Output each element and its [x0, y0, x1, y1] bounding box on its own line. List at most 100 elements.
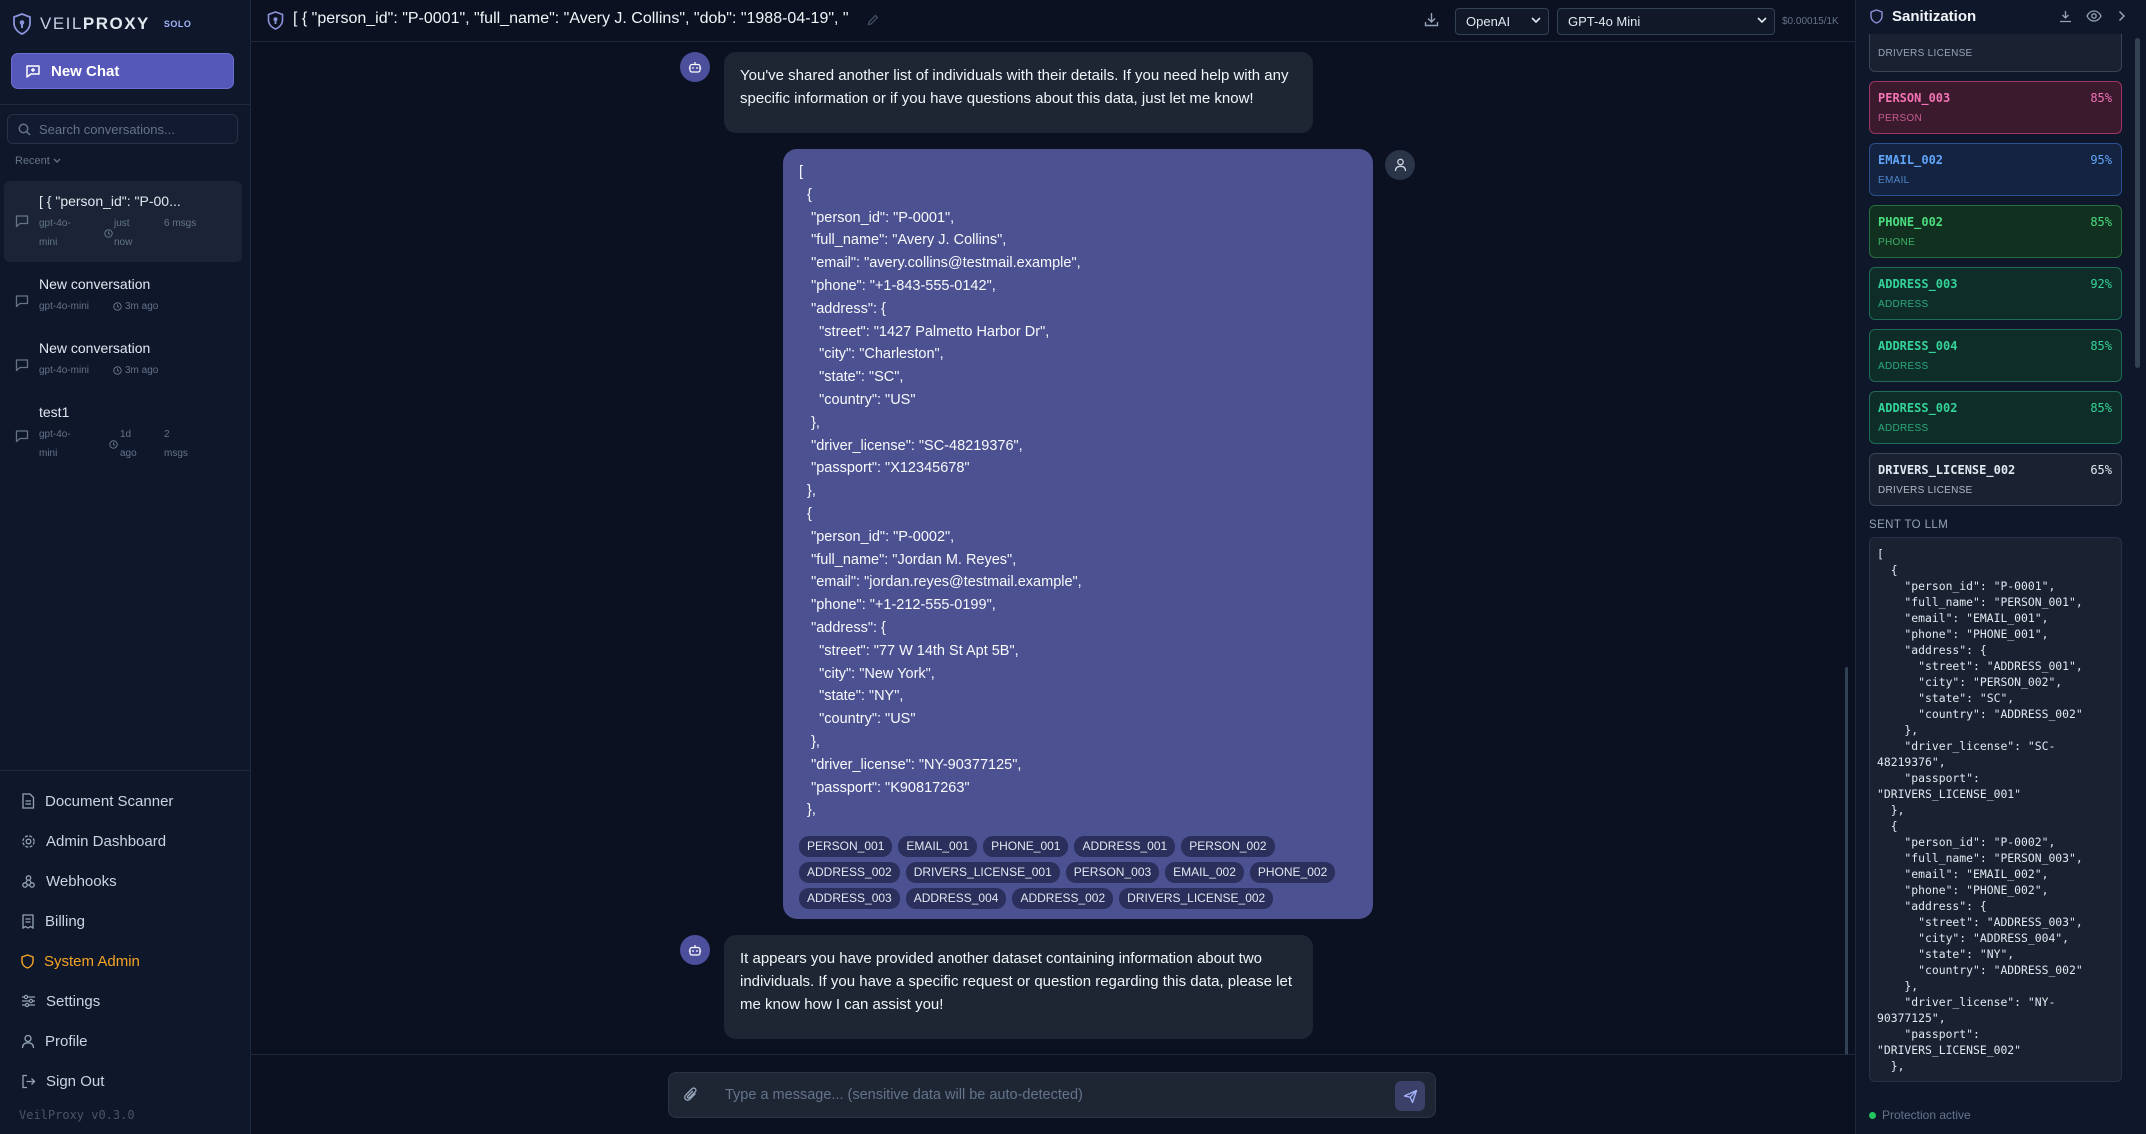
topbar: [ { "person_id": "P-0001", "full_name": … — [251, 0, 1855, 42]
menu-profile[interactable]: Profile — [21, 1030, 88, 1052]
conversation-item[interactable]: New conversation gpt-4o-mini 3m ago — [4, 332, 242, 390]
new-chat-label: New Chat — [51, 62, 120, 80]
message-input[interactable]: Type a message... (sensitive data will b… — [725, 1087, 1083, 1103]
entity-confidence: 92% — [2090, 277, 2112, 291]
entity-card[interactable]: ADDRESS_003 92% ADDRESS — [1869, 267, 2122, 320]
menu-billing[interactable]: Billing — [21, 910, 85, 932]
chat-scrollbar[interactable] — [1845, 667, 1848, 1054]
brand-name: VEILPROXY — [40, 14, 150, 33]
menu-webhooks[interactable]: Webhooks — [21, 870, 117, 892]
provider-select[interactable]: OpenAI — [1455, 8, 1549, 35]
conversation-title: [ { "person_id": "P-00... — [39, 193, 181, 209]
entity-name: ADDRESS_002 — [1878, 401, 1958, 415]
entity-card[interactable]: PHONE_002 85% PHONE — [1869, 205, 2122, 258]
conversation-time: 3m ago — [125, 365, 159, 376]
sanitization-panel: Sanitization DRIVERS LICENSE PERSON_003 8… — [1855, 0, 2146, 1134]
conversation-item[interactable]: New conversation gpt-4o-mini 3m ago — [4, 268, 242, 326]
assistant-message-text: It appears you have provided another dat… — [740, 950, 1292, 1013]
entity-type: PERSON — [1878, 113, 1923, 124]
conversation-model: gpt-4o-mini — [39, 301, 90, 312]
search-placeholder: Search conversations... — [39, 121, 175, 137]
token-chip: ADDRESS_003 — [799, 888, 900, 910]
sliders-icon — [21, 994, 36, 1008]
chat-plus-icon — [25, 63, 41, 79]
menu-label: System Admin — [44, 952, 140, 970]
recent-toggle[interactable]: Recent — [15, 155, 61, 167]
user-avatar — [1385, 150, 1415, 180]
entity-confidence: 65% — [2090, 463, 2112, 477]
menu-sign-out[interactable]: Sign Out — [21, 1070, 104, 1092]
entity-card[interactable]: DRIVERS LICENSE — [1869, 34, 2122, 72]
send-button[interactable] — [1395, 1081, 1425, 1111]
entity-card[interactable]: PERSON_003 85% PERSON — [1869, 81, 2122, 134]
token-chip: ADDRESS_002 — [1012, 888, 1114, 910]
token-chip: PHONE_001 — [983, 836, 1069, 858]
eye-icon[interactable] — [2086, 10, 2102, 22]
sent-to-llm-box: [ { "person_id": "P-0001", "full_name": … — [1869, 537, 2122, 1082]
entity-card[interactable]: DRIVERS_LICENSE_002 65% DRIVERS LICENSE — [1869, 453, 2122, 506]
model-select[interactable]: GPT-4o Mini — [1557, 8, 1775, 35]
credit-card-icon — [21, 913, 35, 929]
status-text: Protection active — [1882, 1108, 1971, 1122]
chat-area: You've shared another list of individual… — [251, 42, 1855, 1054]
entity-card[interactable]: ADDRESS_002 85% ADDRESS — [1869, 391, 2122, 444]
brand[interactable]: VEILPROXY SOLO — [12, 10, 191, 38]
entity-confidence: 85% — [2090, 91, 2112, 105]
bot-avatar — [680, 52, 710, 82]
bot-avatar — [680, 935, 710, 965]
conversation-model: gpt-4o-mini — [39, 365, 90, 376]
shield-icon — [1870, 9, 1883, 24]
clock-icon — [113, 366, 122, 375]
conversation-time: just now — [114, 218, 133, 248]
entity-name: ADDRESS_003 — [1878, 277, 1958, 291]
search-input[interactable]: Search conversations... — [7, 114, 238, 144]
veilproxy-shield-logo-icon — [12, 13, 32, 35]
conversation-title: New conversation — [39, 340, 151, 356]
collapse-icon[interactable] — [2059, 10, 2072, 23]
plan-badge: SOLO — [163, 19, 192, 29]
entity-card[interactable]: ADDRESS_004 85% ADDRESS — [1869, 329, 2122, 382]
download-icon[interactable] — [1424, 12, 1439, 27]
conversation-time: 1d ago — [120, 429, 137, 459]
entity-name: PERSON_003 — [1878, 91, 1951, 105]
conversation-item[interactable]: [ { "person_id": "P-00... gpt-4o-mini ju… — [4, 181, 242, 262]
sidebar: VEILPROXY SOLO New Chat Search conversat… — [0, 0, 251, 1134]
entity-confidence: 85% — [2090, 215, 2112, 229]
entity-type: ADDRESS — [1878, 299, 1929, 310]
menu-document-scanner[interactable]: Document Scanner — [21, 790, 173, 812]
chat-bubble-icon — [15, 358, 29, 372]
menu-admin-dashboard[interactable]: Admin Dashboard — [21, 830, 166, 852]
menu-label: Profile — [45, 1032, 88, 1050]
token-chip: PERSON_003 — [1065, 862, 1160, 884]
chevron-right-icon[interactable] — [2118, 10, 2126, 22]
conversation-time: 3m ago — [125, 301, 159, 312]
menu-settings[interactable]: Settings — [21, 990, 100, 1012]
conversation-msg-count: 6 msgs — [164, 218, 197, 229]
entity-type: ADDRESS — [1878, 361, 1929, 372]
conversation-title: [ { "person_id": "P-0001", "full_name": … — [293, 10, 849, 27]
webhook-icon — [21, 874, 36, 889]
entity-name: ADDRESS_004 — [1878, 339, 1958, 353]
menu-label: Billing — [45, 912, 86, 930]
entity-name: PHONE_002 — [1878, 215, 1944, 229]
token-chip: PERSON_001 — [799, 836, 893, 858]
edit-title-icon[interactable] — [867, 14, 879, 26]
clock-icon — [104, 229, 113, 238]
message-composer[interactable]: Type a message... (sensitive data will b… — [668, 1072, 1436, 1118]
conversation-title: New conversation — [39, 276, 151, 292]
send-icon — [1403, 1089, 1418, 1104]
entity-card[interactable]: EMAIL_002 95% EMAIL — [1869, 143, 2122, 196]
menu-system-admin[interactable]: System Admin — [21, 950, 140, 972]
gear-icon — [21, 834, 36, 849]
chevron-down-icon — [1757, 17, 1767, 24]
entity-type: DRIVERS LICENSE — [1878, 485, 1973, 496]
paperclip-icon[interactable] — [683, 1086, 699, 1104]
new-chat-button[interactable]: New Chat — [11, 53, 234, 89]
chat-bubble-icon — [15, 294, 29, 308]
recent-label: Recent — [15, 155, 50, 167]
entity-type: EMAIL — [1878, 175, 1910, 186]
divider — [0, 104, 251, 105]
conversation-item[interactable]: test1 gpt-4o-mini 1d ago 2 msgs — [4, 396, 242, 472]
panel-scrollbar[interactable] — [2135, 38, 2140, 368]
chat-bubble-icon — [15, 429, 29, 443]
